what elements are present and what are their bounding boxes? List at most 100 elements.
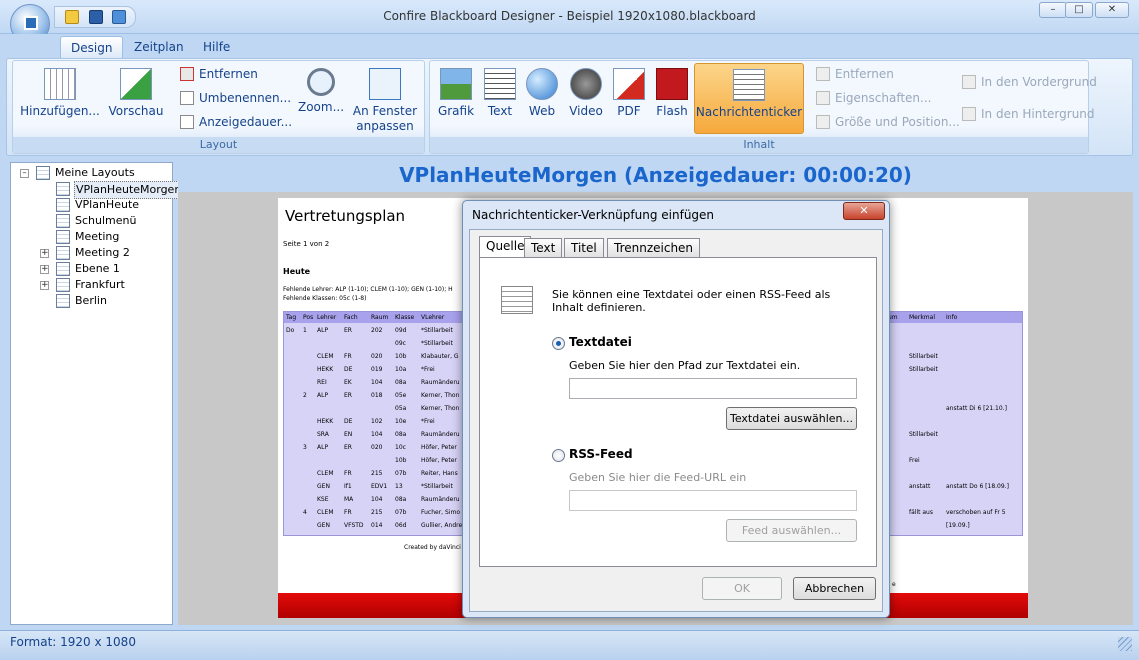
select-textfile-button[interactable]: Textdatei auswählen...	[726, 407, 857, 430]
pdf-label: PDF	[617, 104, 641, 118]
tree-item-frankfurt[interactable]: + Frankfurt	[40, 277, 170, 293]
table-cell: 10b	[395, 457, 407, 464]
resize-grip-icon[interactable]	[1118, 637, 1132, 651]
expand-icon[interactable]: +	[40, 249, 49, 258]
newsticker-label: Nachrichtenticker	[695, 105, 803, 119]
remove-layout-button[interactable]: Entfernen	[180, 64, 258, 84]
rename-layout-button[interactable]: Umbenennen...	[180, 88, 291, 108]
table-cell: 09c	[395, 340, 406, 347]
tree-item-schulmenue[interactable]: Schulmenü	[40, 213, 170, 229]
insert-pdf-button[interactable]: PDF	[610, 68, 648, 119]
table-cell: HEKK	[317, 418, 334, 425]
table-cell: FR	[344, 353, 352, 360]
ok-button[interactable]: OK	[702, 577, 782, 600]
newspaper-icon	[501, 286, 533, 314]
table-cell: 07b	[395, 470, 407, 477]
quick-access-toolbar	[54, 6, 136, 28]
tree-item-meeting-2[interactable]: + Meeting 2	[40, 245, 170, 261]
table-cell: MA	[344, 496, 354, 503]
preview-heute: Heute	[283, 267, 311, 276]
monitor-icon[interactable]	[112, 10, 126, 24]
tab-zeitplan[interactable]: Zeitplan	[124, 36, 194, 58]
table-cell: CLEM	[317, 509, 334, 516]
insert-video-button[interactable]: Video	[564, 68, 608, 119]
collapse-icon[interactable]: –	[20, 169, 29, 178]
table-cell: VFSTD	[344, 522, 364, 529]
minimize-button[interactable]: –	[1039, 2, 1067, 18]
tab-hilfe[interactable]: Hilfe	[193, 36, 240, 58]
insert-newsticker-button[interactable]: Nachrichtenticker	[694, 63, 804, 134]
rss-radio[interactable]	[552, 449, 565, 462]
size-position-button[interactable]: Größe und Position...	[816, 112, 960, 132]
tab-trennzeichen[interactable]: Trennzeichen	[607, 238, 701, 257]
table-cell: ALP	[317, 392, 329, 399]
tree-root[interactable]: – Meine Layouts	[20, 165, 170, 181]
zoom-button[interactable]: Zoom...	[294, 68, 348, 115]
textfile-label[interactable]: Textdatei	[569, 335, 632, 349]
add-layout-label: Hinzufügen...	[20, 104, 100, 118]
send-to-back-button[interactable]: In den Hintergrund	[962, 104, 1095, 124]
table-cell: 05a	[395, 405, 407, 412]
expand-icon[interactable]: +	[40, 265, 49, 274]
cancel-button[interactable]: Abbrechen	[793, 577, 876, 600]
remove-content-button[interactable]: Entfernen	[816, 64, 894, 84]
fit-label-line1: An Fenster	[352, 104, 418, 118]
web-label: Web	[528, 104, 556, 118]
table-cell: 08a	[395, 496, 407, 503]
video-label: Video	[569, 104, 603, 118]
tree-item-vplanheute[interactable]: VPlanHeute	[40, 197, 170, 213]
table-cell: 08a	[395, 431, 407, 438]
textfile-path-input[interactable]	[569, 378, 857, 399]
col-header: Raum	[371, 314, 389, 321]
tree-item-vplanheutemorgen[interactable]: VPlanHeuteMorgen	[40, 181, 184, 199]
select-feed-button[interactable]: Feed auswählen...	[726, 519, 857, 542]
rename-icon	[180, 91, 194, 105]
table-cell: 3	[303, 444, 307, 451]
table-cell: FR	[344, 470, 352, 477]
table-cell: DE	[344, 418, 353, 425]
tab-titel[interactable]: Titel	[564, 238, 604, 257]
rss-url-input[interactable]	[569, 490, 857, 511]
add-layout-button[interactable]: Hinzufügen...	[16, 68, 104, 119]
tree-item-meeting[interactable]: Meeting	[40, 229, 170, 245]
tree-item-berlin[interactable]: Berlin	[40, 293, 170, 309]
dialog-close-button[interactable]: ✕	[843, 202, 885, 220]
textfile-radio[interactable]	[552, 337, 565, 350]
textfile-hint: Geben Sie hier den Pfad zur Textdatei ei…	[569, 359, 801, 372]
flash-icon	[656, 68, 688, 100]
bring-front-label: In den Vordergrund	[981, 75, 1097, 89]
display-duration-button[interactable]: Anzeigedauer...	[180, 112, 292, 132]
preview-button[interactable]: Vorschau	[106, 68, 166, 119]
properties-icon	[816, 91, 830, 105]
layout-grid-icon	[56, 246, 70, 260]
table-cell: 08a	[395, 379, 407, 386]
table-cell: verschoben auf Fr 5	[946, 509, 1006, 516]
tree-item-ebene-1[interactable]: + Ebene 1	[40, 261, 170, 277]
rss-label[interactable]: RSS-Feed	[569, 447, 633, 461]
save-icon[interactable]	[89, 10, 103, 24]
newspaper-icon	[733, 69, 765, 101]
close-window-button[interactable]: ✕	[1095, 2, 1129, 18]
tab-text[interactable]: Text	[524, 238, 563, 257]
table-cell: 014	[371, 522, 383, 529]
bring-to-front-button[interactable]: In den Vordergrund	[962, 72, 1097, 92]
insert-text-button[interactable]: Text	[480, 68, 520, 119]
fit-window-button[interactable]: An Fenster anpassen	[352, 68, 418, 134]
tab-design[interactable]: Design	[60, 36, 124, 58]
expand-icon[interactable]: +	[40, 281, 49, 290]
col-header: VLehrer	[421, 314, 445, 321]
table-cell: 07b	[395, 509, 407, 516]
insert-web-button[interactable]: Web	[522, 68, 562, 119]
properties-button[interactable]: Eigenschaften...	[816, 88, 931, 108]
insert-flash-button[interactable]: Flash	[652, 68, 692, 119]
open-folder-icon[interactable]	[65, 10, 79, 24]
table-cell: anstatt Di 6 [21.10.]	[946, 405, 1007, 412]
maximize-button[interactable]: □	[1065, 2, 1093, 18]
table-cell: Frei	[909, 457, 920, 464]
insert-graphic-button[interactable]: Grafik	[434, 68, 478, 119]
bring-front-icon	[962, 75, 976, 89]
graphic-label: Grafik	[437, 104, 475, 118]
zoom-label: Zoom...	[297, 100, 345, 114]
col-header: Merkmal	[909, 314, 935, 321]
table-cell: Stillarbeit	[909, 353, 938, 360]
